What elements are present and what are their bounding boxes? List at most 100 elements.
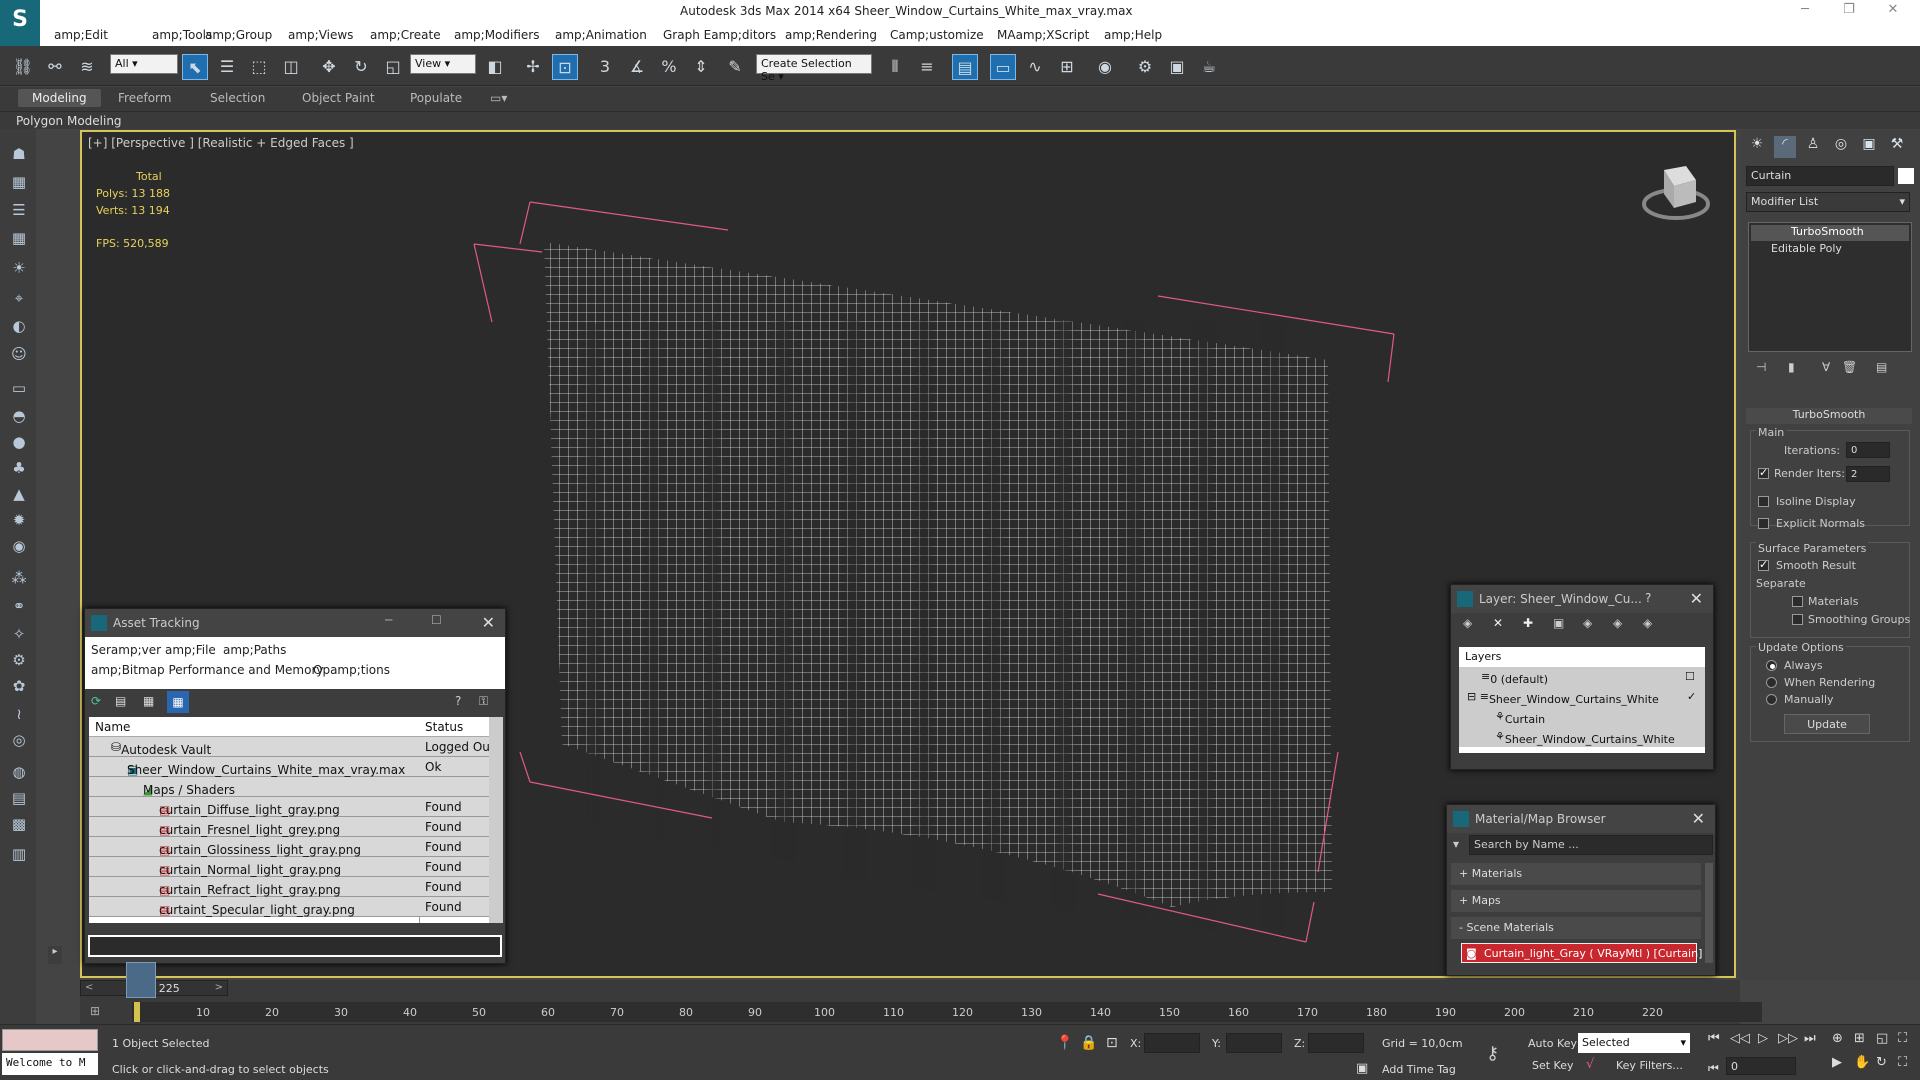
y-coordinate-field[interactable] (1226, 1033, 1282, 1053)
plant-icon[interactable]: ✿ (7, 677, 31, 699)
menu-views[interactable]: amp;Views (288, 28, 353, 42)
scene-material-item[interactable]: ◙ Curtain_light_Gray ( VRayMtl ) [Curtai… (1461, 943, 1702, 963)
tab-freeform[interactable]: Freeform (118, 91, 171, 105)
remove-modifier-icon[interactable]: 🗑 (1842, 360, 1857, 374)
menu-help[interactable]: amp;Help (1104, 28, 1162, 42)
next-frame-icon[interactable]: ▷▷ (1778, 1031, 1798, 1046)
select-manipulate-icon[interactable]: ✢ (520, 54, 546, 80)
field-of-view-icon[interactable]: ▶ (1832, 1055, 1842, 1070)
isoline-display-checkbox[interactable] (1758, 496, 1769, 507)
scene-materials-section[interactable]: - Scene Materials (1451, 917, 1701, 939)
stack-item-turbosmooth[interactable]: TurboSmooth (1751, 225, 1909, 241)
bind-spacewarp-icon[interactable]: ≋ (74, 54, 100, 80)
polygon-modeling-label[interactable]: Polygon Modeling (16, 114, 122, 128)
vault-icon[interactable]: ⚿ (479, 694, 488, 709)
particles-icon[interactable]: ⁂ (7, 569, 31, 591)
previous-frame-icon[interactable]: ◁◁ (1730, 1031, 1750, 1046)
configure-sets-icon[interactable]: ▤ (1876, 360, 1887, 374)
menu-graph-editors[interactable]: Graph Eamp;ditors (663, 28, 776, 42)
menu-tools[interactable]: amp;Tools (152, 28, 212, 42)
tab-object-paint[interactable]: Object Paint (302, 91, 375, 105)
rotate-icon[interactable]: ↻ (348, 54, 374, 80)
stack-item-editable-poly[interactable]: Editable Poly (1751, 242, 1909, 258)
table-row[interactable]: ▤ curtaint_Specular_light_gray.png Found (89, 897, 489, 917)
search-input[interactable]: Search by Name ... (1469, 835, 1713, 855)
time-tag-icon[interactable]: ▣ (1356, 1061, 1368, 1076)
list-icon[interactable]: ☰ (7, 201, 31, 223)
camera-icon[interactable]: ⌖ (7, 289, 31, 311)
x-coordinate-field[interactable] (1144, 1033, 1200, 1053)
link-icon[interactable]: ⛓ (10, 54, 36, 80)
layer-close-button[interactable]: ✕ (1690, 589, 1703, 608)
tab-selection[interactable]: Selection (210, 91, 265, 105)
asset-table-scrollbar[interactable] (489, 717, 503, 923)
selection-region-icon[interactable]: ⬚ (246, 54, 272, 80)
turbosmooth-rollout-header[interactable]: TurboSmooth (1746, 408, 1912, 424)
move-icon[interactable]: ✥ (316, 54, 342, 80)
create-tab-icon[interactable]: ☀ (1746, 136, 1768, 158)
zoom-all-icon[interactable]: ⊞ (1854, 1031, 1865, 1046)
status-column-header[interactable]: Status (425, 720, 463, 734)
sun-icon[interactable]: ✹ (7, 511, 31, 533)
teapot-icon[interactable]: ☗ (7, 145, 31, 167)
scale-icon[interactable]: ◱ (380, 54, 406, 80)
layer-manager-icon[interactable]: ▤ (952, 54, 978, 80)
angle-snap-icon[interactable]: ∡ (624, 54, 650, 80)
snaps-toggle-icon[interactable]: 3 (592, 54, 618, 80)
go-to-end-icon[interactable]: ⏭ (1804, 1031, 1816, 1046)
compass-icon[interactable]: ✧ (7, 625, 31, 647)
motion-tab-icon[interactable]: ◎ (1830, 136, 1852, 158)
update-when-rendering-radio[interactable] (1766, 677, 1777, 688)
tab-modeling[interactable]: Modeling (18, 89, 101, 107)
select-object-icon[interactable]: ⬉ (182, 54, 208, 80)
table-row[interactable]: ▤ curtain_Fresnel_light_grey.png Found (89, 817, 489, 837)
absolute-mode-icon[interactable]: ⊡ (1106, 1035, 1118, 1051)
new-layer-icon[interactable]: ◈ (1463, 616, 1472, 630)
select-by-name-icon[interactable]: ☰ (214, 54, 240, 80)
modify-tab-icon[interactable]: ◜ (1774, 136, 1796, 158)
menu-modifiers[interactable]: amp;Modifiers (454, 28, 539, 42)
selection-lock-icon[interactable]: 🔒 (1080, 1035, 1097, 1051)
render-iters-checkbox[interactable] (1758, 466, 1769, 479)
display-tab-icon[interactable]: ▣ (1858, 136, 1880, 158)
maxscript-listener-pink[interactable] (2, 1029, 98, 1051)
utilities-tab-icon[interactable]: ⚒ (1886, 136, 1908, 158)
ball-icon[interactable]: ◉ (7, 537, 31, 559)
current-frame-marker[interactable] (134, 1002, 140, 1022)
z-coordinate-field[interactable] (1308, 1033, 1364, 1053)
menu-group[interactable]: amp;Group (205, 28, 272, 42)
hide-all-icon[interactable]: ◈ (1613, 616, 1622, 630)
minimize-button[interactable]: ─ (1790, 2, 1820, 22)
select-layer-icon[interactable]: ▣ (1553, 616, 1564, 630)
table-row[interactable]: ▣ Sheer_Window_Curtains_White_max_vray.m… (89, 757, 489, 777)
rendered-frame-icon[interactable]: ▣ (1164, 54, 1190, 80)
menu-maxscript[interactable]: MAamp;XScript (997, 28, 1089, 42)
layer-window-titlebar[interactable]: Layer: Sheer_Window_Cu... ? ✕ (1451, 585, 1713, 613)
material-browser-close-button[interactable]: ✕ (1692, 809, 1705, 828)
percent-snap-icon[interactable]: % (656, 54, 682, 80)
object-name-field[interactable]: Curtain (1746, 166, 1894, 186)
auto-key-button[interactable]: Auto Key (1528, 1037, 1577, 1050)
shader-ball-icon[interactable]: ◎ (7, 731, 31, 753)
restore-button[interactable]: ❐ (1834, 2, 1864, 22)
asset-menu-file[interactable]: amp;File (165, 643, 216, 657)
highlight-layer-icon[interactable]: ◈ (1583, 616, 1592, 630)
sphere-icon[interactable]: ● (7, 433, 31, 455)
mini-curve-editor-toggle[interactable] (126, 962, 156, 998)
menu-customize[interactable]: Camp;ustomize (890, 28, 984, 42)
list-item[interactable]: ⊟ ≡ Sheer_Window_Curtains_White ✓ (1459, 687, 1705, 707)
thumbnail-view-icon[interactable]: ▦ (143, 694, 154, 708)
table-row[interactable]: ▤ curtain_Glossiness_light_gray.png Found (89, 837, 489, 857)
hair-icon[interactable]: ≀ (7, 705, 31, 727)
smooth-result-checkbox[interactable] (1758, 558, 1769, 571)
track-bar-icon[interactable]: ⊞ (90, 1004, 100, 1018)
search-options-icon[interactable]: ▾ (1453, 837, 1459, 851)
keyboard-shortcut-icon[interactable]: ⊡ (552, 54, 578, 80)
render-production-icon[interactable]: ☕ (1196, 54, 1222, 80)
refresh-icon[interactable]: ⟳ (91, 694, 101, 708)
list-view-icon[interactable]: ▤ (115, 694, 126, 708)
key-filter-curve-icon[interactable]: √ (1586, 1057, 1594, 1072)
track-bar[interactable]: 10 20 30 40 50 60 70 80 90 100 110 120 1… (132, 1002, 1762, 1022)
add-to-layer-icon[interactable]: ✚ (1523, 616, 1533, 630)
asset-menu-paths[interactable]: amp;Paths (223, 643, 286, 657)
